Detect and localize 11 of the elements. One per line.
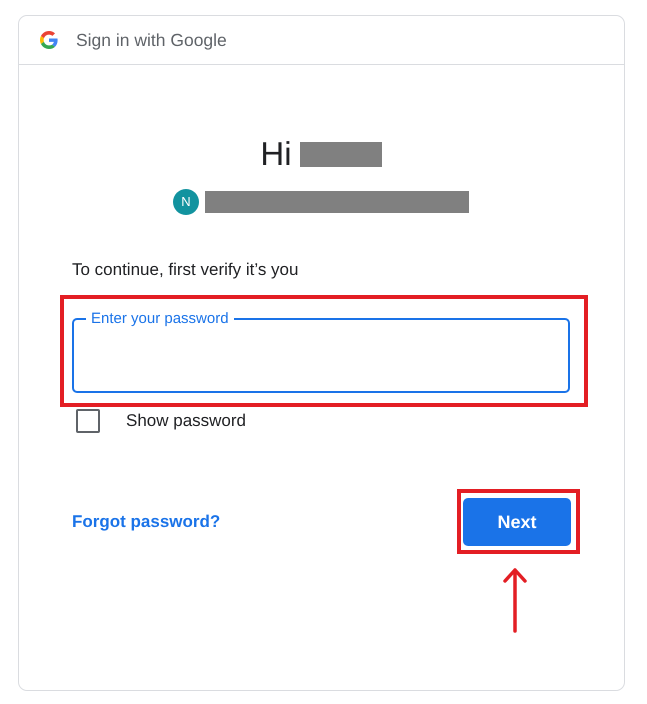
greeting-text: Hi — [260, 134, 292, 174]
prompt-text: To continue, first verify it’s you — [72, 259, 300, 281]
window-title: Sign in with Google — [76, 28, 227, 52]
checkbox-label[interactable]: Show password — [126, 408, 246, 434]
next-button[interactable]: Next — [463, 498, 571, 546]
field-label: Enter your password — [90, 310, 230, 327]
password-field[interactable]: Enter your password — [72, 310, 570, 393]
show-password-checkbox[interactable] — [76, 409, 100, 433]
forgot-password-link[interactable]: Forgot password? — [72, 508, 220, 534]
avatar: N — [173, 189, 199, 215]
g-logo-icon — [40, 31, 58, 49]
